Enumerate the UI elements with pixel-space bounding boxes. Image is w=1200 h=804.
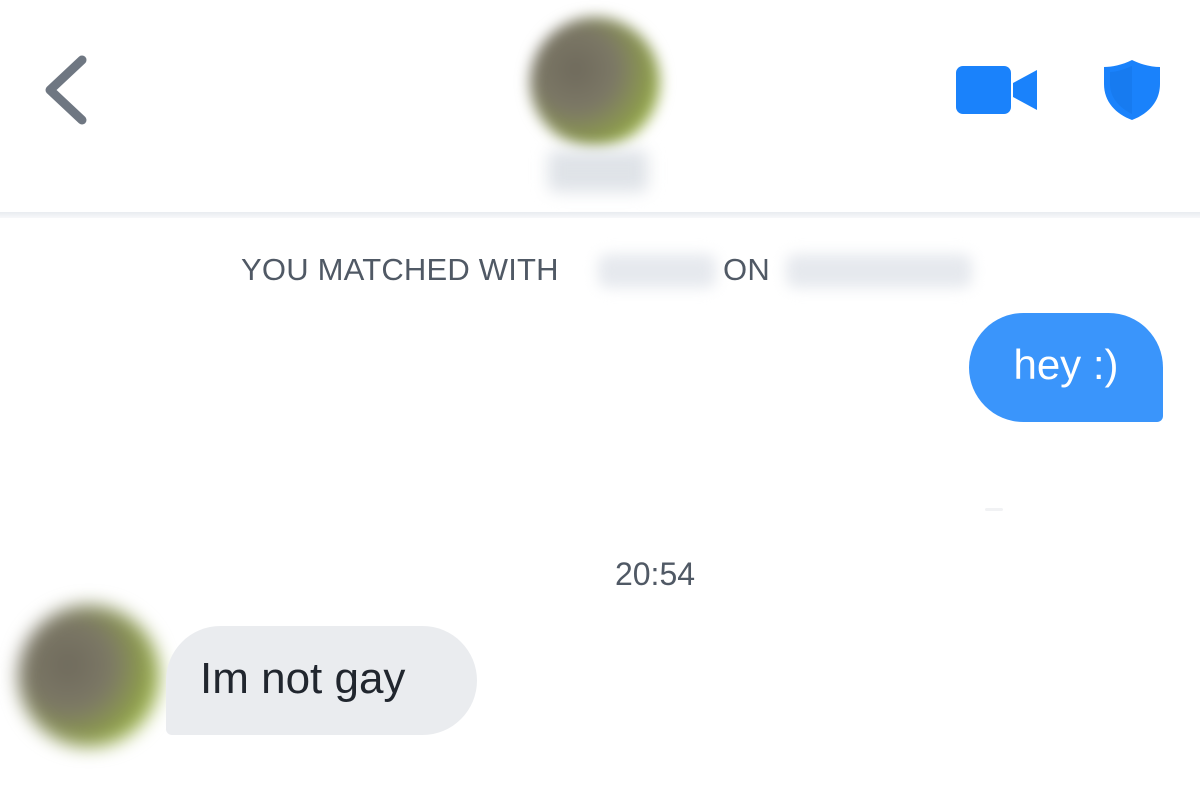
safety-shield-button[interactable] <box>1102 58 1162 122</box>
chat-header <box>0 0 1200 214</box>
video-call-button[interactable] <box>955 64 1039 116</box>
incoming-message-text: Im not gay <box>200 654 406 703</box>
shield-icon <box>1104 60 1160 120</box>
video-camera-icon <box>956 66 1037 114</box>
outgoing-message-text: hey :) <box>1013 341 1119 388</box>
match-date-redacted <box>786 254 972 288</box>
match-notice: YOU MATCHED WITH ON <box>0 248 1200 292</box>
sender-avatar[interactable] <box>18 605 160 747</box>
match-notice-on: ON <box>723 252 770 287</box>
message-timestamp: 20:54 <box>614 556 696 592</box>
chevron-left-icon <box>45 55 87 125</box>
match-avatar[interactable] <box>530 17 660 147</box>
read-receipt-mark <box>985 508 1003 511</box>
back-button[interactable] <box>36 50 106 130</box>
match-name-redacted <box>548 150 648 192</box>
chat-screen: YOU MATCHED WITH ON hey :) 20:54 Im not … <box>0 0 1200 804</box>
match-name-redacted-inline <box>598 254 716 288</box>
outgoing-message-bubble[interactable]: hey :) <box>969 313 1163 422</box>
match-notice-prefix: YOU MATCHED WITH <box>241 252 559 287</box>
header-divider <box>0 212 1200 218</box>
incoming-message-bubble[interactable]: Im not gay <box>166 626 477 735</box>
